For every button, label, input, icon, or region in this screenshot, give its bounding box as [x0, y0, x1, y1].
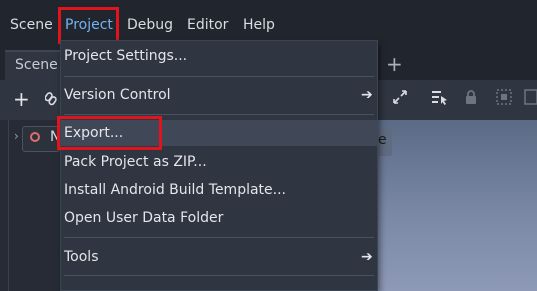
menu-help[interactable]: Help: [243, 15, 275, 35]
menu-separator: [64, 237, 374, 238]
group-icon[interactable]: [496, 89, 512, 109]
menu-item-version-control[interactable]: Version Control ➔: [64, 82, 376, 108]
menu-separator: [64, 275, 374, 276]
expand-icon[interactable]: [392, 89, 408, 109]
lock-icon-svg: [466, 90, 476, 104]
menu-item-label: Tools: [64, 249, 99, 265]
highlight-box-project: [58, 7, 119, 44]
viewport-partial-label: e: [378, 132, 387, 148]
menu-item-project-settings[interactable]: Project Settings...: [64, 43, 376, 69]
expand-icon-svg: [393, 90, 407, 104]
link-icon-svg: [44, 92, 57, 106]
grid-icon-svg: [524, 89, 537, 105]
menu-separator: [64, 114, 374, 115]
menu-item-label: Open User Data Folder: [64, 210, 224, 226]
plus-icon[interactable]: +: [386, 53, 403, 75]
menu-item-pack-project-zip[interactable]: Pack Project as ZIP...: [64, 149, 376, 175]
menu-separator: [64, 76, 374, 77]
select-list-icon[interactable]: [431, 89, 449, 109]
tree-expand-arrow-icon[interactable]: ›: [14, 129, 19, 143]
node-icon: [30, 132, 40, 142]
menu-item-install-android-template[interactable]: Install Android Build Template...: [64, 177, 376, 203]
menu-item-open-user-data-folder[interactable]: Open User Data Folder: [64, 205, 376, 231]
chevron-right-icon: ➔: [361, 249, 373, 265]
godot-editor-window: Scene Project Debug Editor Help Scene + …: [0, 0, 537, 291]
menu-debug[interactable]: Debug: [127, 15, 173, 35]
grid-icon[interactable]: [524, 89, 537, 109]
highlight-box-export: [57, 116, 162, 150]
add-icon[interactable]: +: [13, 89, 30, 109]
select-list-icon-svg: [432, 91, 447, 105]
menu-item-label: Install Android Build Template...: [64, 182, 286, 198]
menu-item-label: Project Settings...: [64, 48, 188, 64]
menu-item-tools[interactable]: Tools ➔: [64, 244, 376, 270]
menu-editor[interactable]: Editor: [187, 15, 228, 35]
editor-viewport[interactable]: [378, 120, 537, 291]
menu-item-label: Version Control: [64, 87, 171, 103]
group-icon-svg: [496, 89, 512, 105]
tab-scene-label: Scene: [15, 57, 58, 73]
menu-scene[interactable]: Scene: [10, 15, 53, 35]
menu-item-label: Pack Project as ZIP...: [64, 154, 207, 170]
link-icon[interactable]: [44, 92, 57, 110]
chevron-right-icon: ➔: [361, 87, 373, 103]
lock-icon[interactable]: [464, 89, 478, 109]
